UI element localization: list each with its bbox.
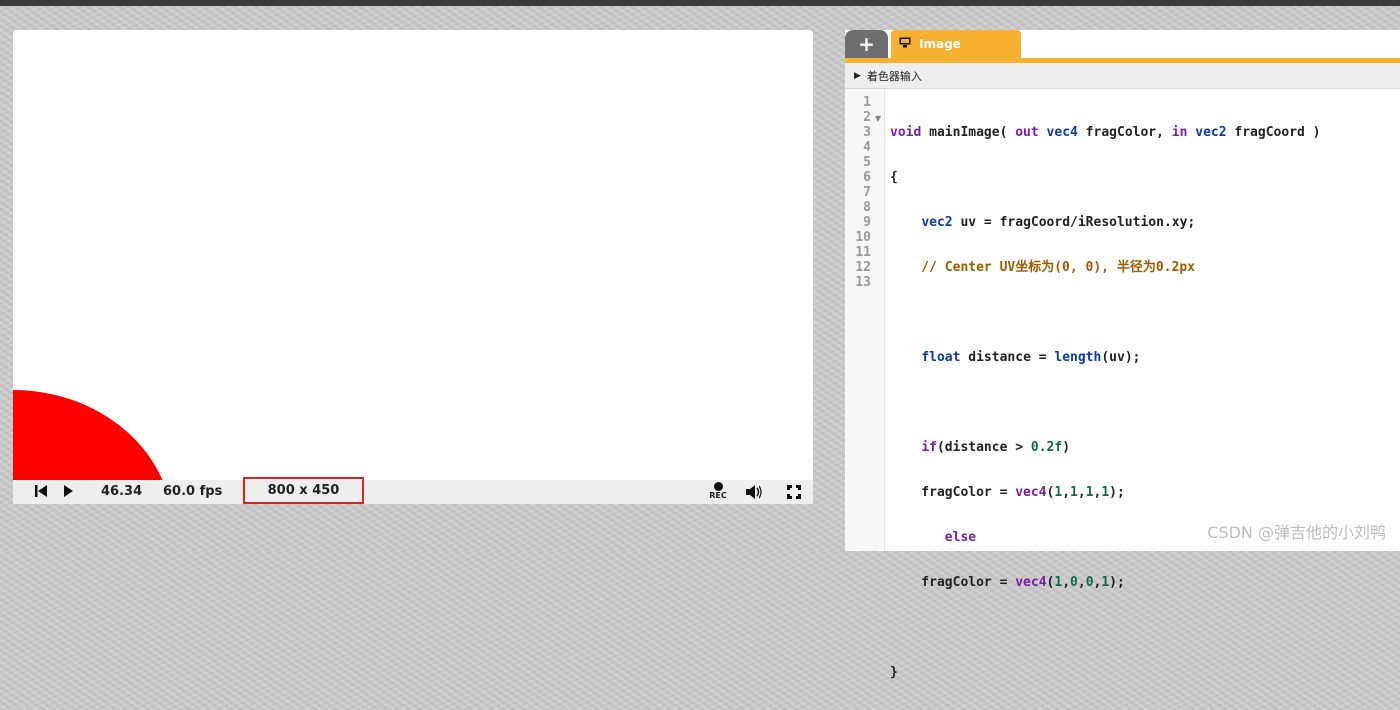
resolution-text: 800 x 450 (267, 483, 340, 498)
shader-editor: + Image ▶ 着色器输入 1 2 ▼ 3 4 5 6 7 8 9 10 1… (845, 30, 1400, 680)
line-number: 9 (863, 215, 871, 230)
tab-image[interactable]: Image (891, 30, 1021, 58)
record-label: REC (709, 491, 727, 500)
code-text[interactable]: void mainImage( out vec4 fragColor, in v… (890, 95, 1321, 710)
line-number: 3 (863, 125, 871, 140)
line-number: 13 (855, 275, 871, 290)
line-number: 8 (863, 200, 871, 215)
tab-image-label: Image (919, 37, 961, 51)
record-button[interactable]: REC (707, 482, 729, 504)
code-line: } (890, 665, 898, 680)
line-number-gutter: 1 2 ▼ 3 4 5 6 7 8 9 10 11 12 13 (845, 89, 885, 551)
code-line: vec2 uv = fragCoord/iResolution.xy; (921, 215, 1196, 230)
resolution-readout: 800 x 450 (243, 477, 364, 504)
line-number: 12 (855, 260, 871, 275)
code-line: { (890, 170, 898, 185)
line-number: 11 (855, 245, 871, 260)
shader-player: 46.34 60.0 fps 800 x 450 REC (13, 30, 813, 504)
time-readout: 46.34 (101, 484, 143, 499)
record-icon (713, 482, 723, 491)
code-line: fragColor = vec4(1,1,1,1); (890, 485, 1125, 500)
code-editor[interactable]: 1 2 ▼ 3 4 5 6 7 8 9 10 11 12 13 void mai… (845, 89, 1400, 680)
code-line: if(distance > 0.2f) (921, 440, 1071, 455)
rewind-icon[interactable] (34, 484, 48, 498)
top-bar (0, 0, 1400, 6)
line-number: 2 (863, 110, 871, 125)
watermark: CSDN @弹吉他的小刘鸭 (1207, 523, 1386, 542)
player-controls: 46.34 60.0 fps 800 x 450 REC (13, 477, 813, 504)
line-number: 10 (855, 230, 871, 245)
code-line: fragColor = vec4(1,0,0,1); (890, 575, 1125, 590)
shader-inputs-label: 着色器输入 (866, 69, 922, 83)
code-line: float distance = length(uv); (921, 350, 1141, 365)
line-number: 6 (863, 170, 871, 185)
shader-inputs-toggle[interactable]: ▶ 着色器输入 (845, 63, 1400, 89)
triangle-right-icon: ▶ (854, 70, 861, 81)
line-number: 4 (863, 140, 871, 155)
play-icon[interactable] (62, 484, 74, 498)
line-number: 1 (863, 95, 871, 110)
monitor-icon (899, 37, 911, 51)
line-number: 5 (863, 155, 871, 170)
code-line: void mainImage( out vec4 fragColor, in v… (890, 125, 1321, 140)
fold-arrow-icon[interactable]: ▼ (875, 114, 881, 123)
add-tab-button[interactable]: + (845, 30, 888, 58)
volume-icon[interactable] (745, 483, 765, 504)
render-canvas[interactable] (13, 30, 813, 504)
code-line: // Center UV坐标为(0, 0), 半径为0.2px (890, 260, 1195, 275)
plus-icon: + (858, 32, 875, 56)
fps-readout: 60.0 fps (163, 484, 223, 499)
fullscreen-icon[interactable] (787, 485, 801, 503)
line-number: 7 (863, 185, 871, 200)
